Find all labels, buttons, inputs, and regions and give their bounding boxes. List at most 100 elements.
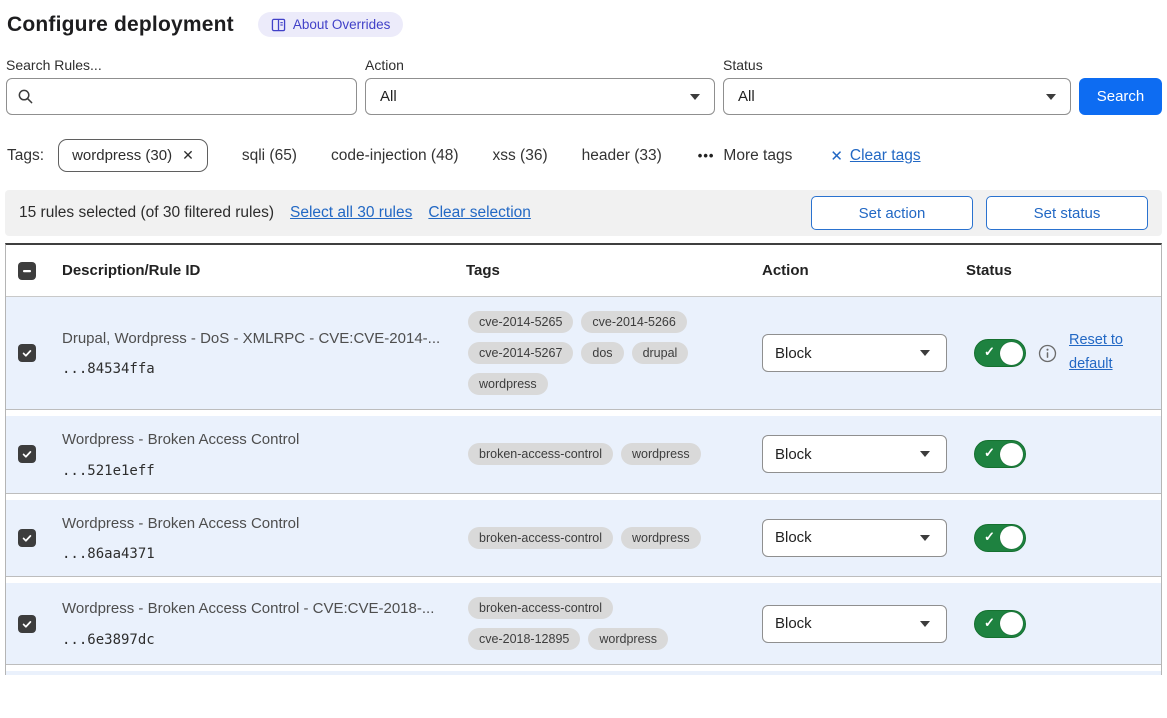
close-icon: ✕ — [830, 147, 843, 165]
rules-table: Description/Rule ID Tags Action Status D… — [5, 243, 1162, 675]
configure-deployment-page: Configure deployment About Overrides Sea… — [0, 0, 1167, 675]
selection-bar: 15 rules selected (of 30 filtered rules)… — [5, 190, 1162, 236]
action-label: Action — [365, 57, 715, 73]
status-cell: ✓ — [954, 610, 1161, 638]
tags-cell: broken-access-controlwordpress — [454, 527, 750, 549]
check-icon: ✓ — [984, 615, 995, 631]
status-toggle[interactable]: ✓ — [974, 339, 1026, 367]
next-row-sliver — [6, 671, 1161, 675]
clear-tags-button[interactable]: ✕ Clear tags — [830, 147, 920, 165]
tag-pill: broken-access-control — [468, 443, 613, 465]
status-toggle[interactable]: ✓ — [974, 610, 1026, 638]
row-checkbox[interactable] — [18, 445, 36, 463]
check-icon: ✓ — [984, 344, 995, 360]
tag-option-code-injection[interactable]: code-injection (48) — [331, 147, 459, 165]
row-tags: broken-access-controlcve-2018-12895wordp… — [468, 597, 720, 650]
column-tags: Tags — [454, 262, 750, 279]
tag-pill: dos — [581, 342, 623, 364]
row-tags: broken-access-controlwordpress — [468, 527, 720, 549]
tag-pill: wordpress — [621, 443, 701, 465]
selected-tag-label: wordpress (30) — [72, 147, 172, 164]
row-checkbox[interactable] — [18, 615, 36, 633]
indeterminate-icon — [21, 265, 33, 277]
action-select-value: Block — [775, 345, 812, 362]
status-cell: ✓ — [954, 524, 1161, 552]
action-select[interactable]: Block — [762, 605, 947, 643]
set-action-button[interactable]: Set action — [811, 196, 973, 230]
action-cell: Block — [750, 605, 954, 643]
action-select-value: Block — [775, 615, 812, 632]
selected-tag-chip[interactable]: wordpress (30) ✕ — [58, 139, 208, 172]
select-all-checkbox[interactable] — [18, 262, 36, 280]
search-group: Search Rules... — [6, 57, 357, 115]
about-overrides-badge[interactable]: About Overrides — [258, 12, 404, 37]
status-toggle[interactable]: ✓ — [974, 440, 1026, 468]
row-tags: broken-access-control wordpress — [468, 443, 720, 465]
chevron-down-icon — [1046, 94, 1056, 100]
search-button[interactable]: Search — [1079, 78, 1162, 115]
description-cell: Wordpress - Broken Access Control ...86a… — [50, 514, 454, 563]
check-icon — [21, 532, 33, 544]
tag-option-xss[interactable]: xss (36) — [493, 147, 548, 165]
info-icon[interactable] — [1038, 344, 1057, 363]
status-dropdown[interactable]: All — [723, 78, 1071, 115]
row-divider — [6, 664, 1161, 671]
toggle-knob — [1000, 443, 1023, 466]
toggle-knob — [1000, 342, 1023, 365]
action-cell: Block — [750, 519, 954, 557]
rule-id: ...86aa4371 — [62, 546, 454, 562]
rule-id: ...84534ffa — [62, 361, 454, 377]
search-input-box[interactable] — [6, 78, 357, 115]
select-all-link[interactable]: Select all 30 rules — [290, 204, 412, 222]
rule-description: Wordpress - Broken Access Control — [62, 514, 454, 534]
check-icon — [21, 448, 33, 460]
column-description: Description/Rule ID — [50, 262, 454, 279]
tags-cell: cve-2014-5265cve-2014-5266cve-2014-5267d… — [454, 311, 750, 395]
tags-label: Tags: — [7, 147, 44, 165]
action-cell: Block — [750, 334, 954, 372]
check-icon: ✓ — [984, 529, 995, 545]
row-tags: cve-2014-5265cve-2014-5266cve-2014-5267d… — [468, 311, 720, 395]
table-header: Description/Rule ID Tags Action Status — [6, 245, 1161, 297]
search-input[interactable] — [42, 88, 346, 105]
more-tags-button[interactable]: ••• More tags — [698, 147, 793, 165]
tag-option-sqli[interactable]: sqli (65) — [242, 147, 297, 165]
remove-tag-icon[interactable]: ✕ — [182, 147, 194, 164]
rule-id: ...6e3897dc — [62, 632, 454, 648]
rule-id: ...521e1eff — [62, 463, 454, 479]
table-row: Wordpress - Broken Access Control ...86a… — [6, 500, 1161, 577]
filter-bar: Search Rules... Action All Status All — [6, 57, 1162, 115]
reset-to-default-link[interactable]: Reset to default — [1069, 329, 1131, 377]
column-status: Status — [954, 262, 1161, 279]
action-select[interactable]: Block — [762, 435, 947, 473]
book-icon — [271, 18, 286, 32]
table-row: Drupal, Wordpress - DoS - XMLRPC - CVE:C… — [6, 297, 1161, 409]
status-toggle[interactable]: ✓ — [974, 524, 1026, 552]
about-overrides-label: About Overrides — [293, 17, 391, 32]
description-cell: Wordpress - Broken Access Control ...521… — [50, 430, 454, 479]
row-checkbox[interactable] — [18, 529, 36, 547]
tag-pill: cve-2018-12895 — [468, 628, 580, 650]
chevron-down-icon — [920, 451, 930, 457]
clear-tags-label: Clear tags — [850, 147, 921, 165]
tag-option-header[interactable]: header (33) — [582, 147, 662, 165]
row-checkbox[interactable] — [18, 344, 36, 362]
action-select[interactable]: Block — [762, 519, 947, 557]
action-select[interactable]: Block — [762, 334, 947, 372]
status-group: Status All — [723, 57, 1071, 115]
action-dropdown[interactable]: All — [365, 78, 715, 115]
clear-selection-link[interactable]: Clear selection — [428, 204, 531, 222]
description-cell: Drupal, Wordpress - DoS - XMLRPC - CVE:C… — [50, 329, 454, 378]
tag-pill: drupal — [632, 342, 689, 364]
set-status-button[interactable]: Set status — [986, 196, 1148, 230]
page-title: Configure deployment — [7, 13, 234, 37]
column-action: Action — [750, 262, 954, 279]
toggle-knob — [1000, 612, 1023, 635]
action-select-value: Block — [775, 446, 812, 463]
table-body: Drupal, Wordpress - DoS - XMLRPC - CVE:C… — [6, 297, 1161, 671]
rule-description: Drupal, Wordpress - DoS - XMLRPC - CVE:C… — [62, 329, 454, 349]
tags-cell: broken-access-control wordpress — [454, 443, 750, 465]
row-divider — [6, 576, 1161, 583]
action-cell: Block — [750, 435, 954, 473]
chevron-down-icon — [920, 621, 930, 627]
